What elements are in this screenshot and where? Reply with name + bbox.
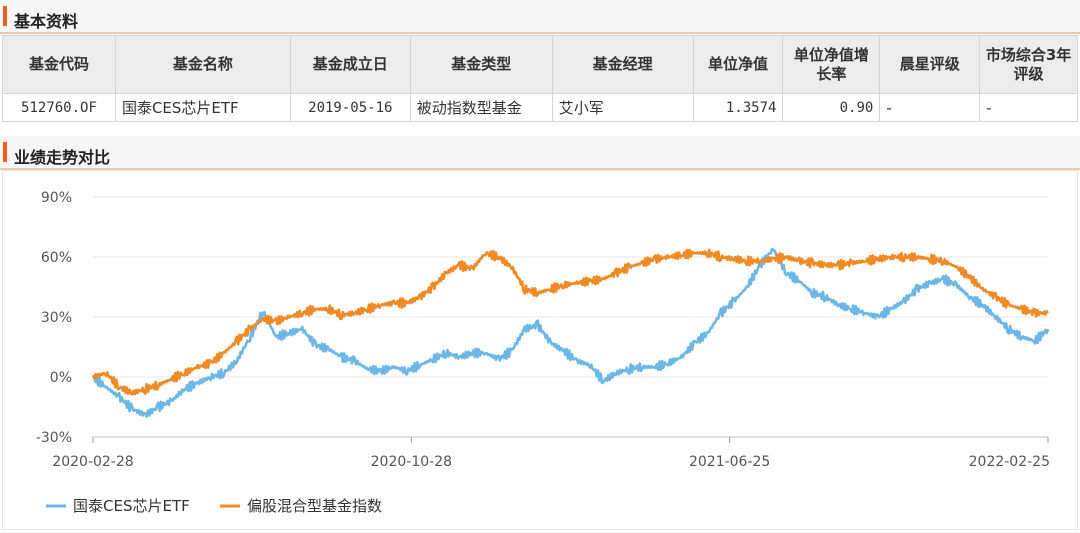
y-tick-label: 90% (41, 190, 72, 206)
legend-label: 国泰CES芯片ETF (73, 497, 190, 515)
y-axis-ticks: 90% 60% 30% 0% -30% (36, 190, 72, 446)
legend-label: 偏股混合型基金指数 (247, 497, 382, 515)
y-tick-label: -30% (36, 430, 72, 446)
y-tick-label: 30% (41, 310, 72, 326)
x-tick-label: 2020-02-28 (52, 454, 133, 470)
legend-item[interactable]: 偏股混合型基金指数 (220, 497, 382, 515)
x-axis: 2020-02-28 2020-10-28 2021-06-25 2022-02-25 (52, 436, 1050, 470)
x-tick-label: 2020-10-28 (371, 454, 452, 470)
chart-grid (93, 196, 1048, 438)
legend-item[interactable]: 国泰CES芯片ETF (46, 497, 190, 515)
y-tick-label: 60% (41, 250, 72, 266)
y-tick-label: 0% (50, 370, 72, 386)
series-line-1 (91, 248, 1050, 396)
chart-legend[interactable]: 国泰CES芯片ETF 偏股混合型基金指数 (46, 497, 382, 515)
chart-series (91, 247, 1050, 418)
performance-chart: 90% 60% 30% 0% -30% 2020-02-28 2020-10-28 2021… (36, 190, 1050, 515)
x-tick-label: 2022-02-25 (969, 454, 1050, 470)
x-tick-label: 2021-06-25 (689, 454, 770, 470)
series-line-0 (92, 247, 1050, 418)
